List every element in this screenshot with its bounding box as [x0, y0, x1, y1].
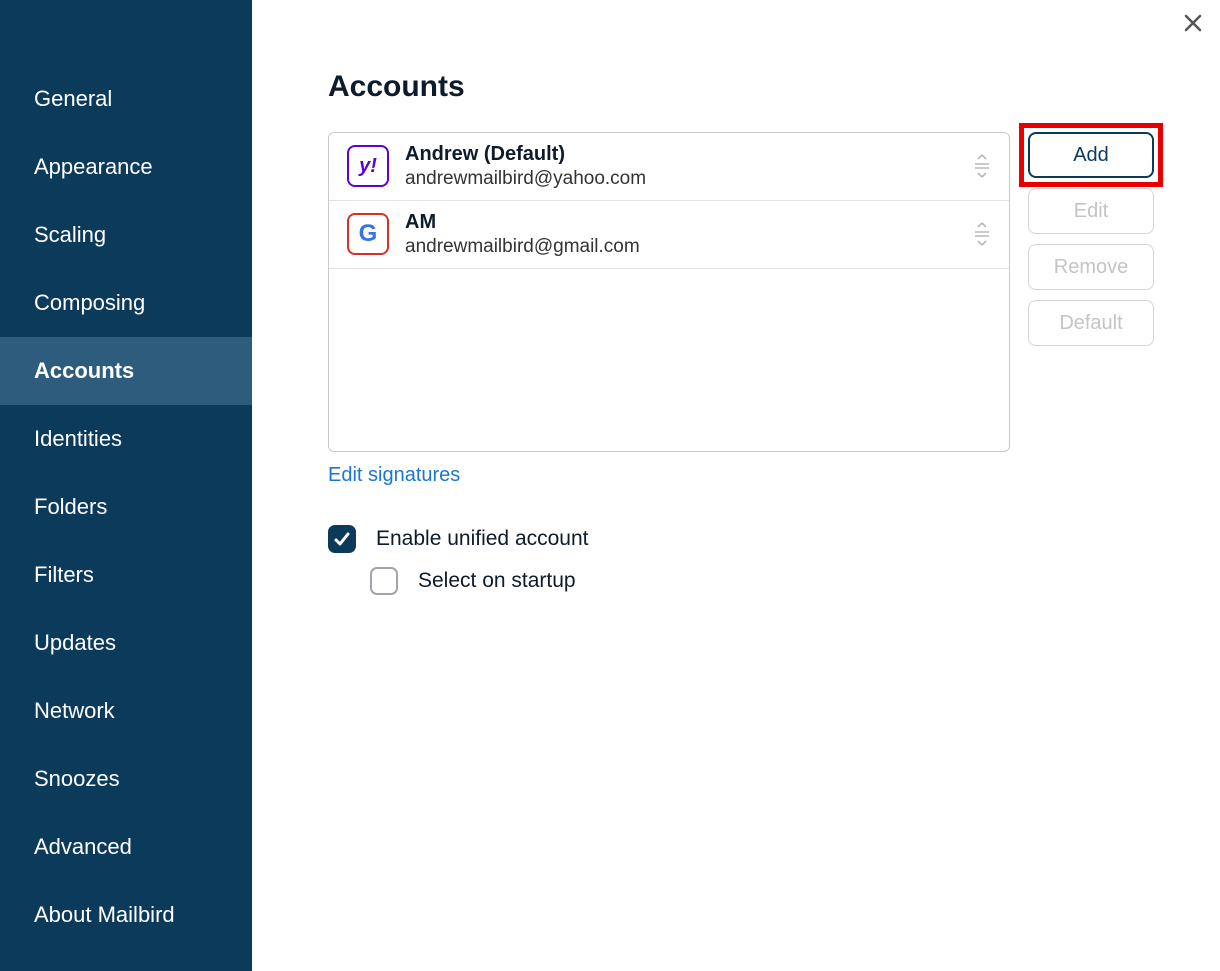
sidebar-item-scaling[interactable]: Scaling: [0, 201, 252, 269]
sidebar-item-general[interactable]: General: [0, 65, 252, 133]
account-email: andrewmailbird@gmail.com: [405, 235, 973, 259]
sidebar-item-composing[interactable]: Composing: [0, 269, 252, 337]
close-button[interactable]: [1178, 8, 1208, 38]
gmail-icon: G: [347, 213, 389, 255]
edit-button[interactable]: Edit: [1028, 188, 1154, 234]
main-panel: Accounts y! Andrew (Default) andrewmailb…: [252, 0, 1220, 971]
account-action-buttons: Add Edit Remove Default: [1028, 132, 1154, 452]
sidebar-item-advanced[interactable]: Advanced: [0, 813, 252, 881]
enable-unified-row: Enable unified account: [328, 525, 1154, 553]
sidebar-item-appearance[interactable]: Appearance: [0, 133, 252, 201]
sidebar-item-snoozes[interactable]: Snoozes: [0, 745, 252, 813]
default-button[interactable]: Default: [1028, 300, 1154, 346]
add-button[interactable]: Add: [1028, 132, 1154, 178]
options-group: Enable unified account Select on startup: [328, 525, 1154, 595]
accounts-row: y! Andrew (Default) andrewmailbird@yahoo…: [328, 132, 1154, 452]
drag-handle-icon[interactable]: [973, 153, 991, 179]
sidebar-item-identities[interactable]: Identities: [0, 405, 252, 473]
page-title: Accounts: [328, 70, 1154, 104]
settings-sidebar: General Appearance Scaling Composing Acc…: [0, 0, 252, 971]
remove-button[interactable]: Remove: [1028, 244, 1154, 290]
accounts-list: y! Andrew (Default) andrewmailbird@yahoo…: [328, 132, 1010, 452]
enable-unified-checkbox[interactable]: [328, 525, 356, 553]
account-row[interactable]: G AM andrewmailbird@gmail.com: [329, 201, 1009, 269]
enable-unified-label: Enable unified account: [376, 527, 589, 551]
account-name: Andrew (Default): [405, 142, 973, 167]
sidebar-item-about[interactable]: About Mailbird: [0, 881, 252, 949]
account-text: Andrew (Default) andrewmailbird@yahoo.co…: [405, 142, 973, 191]
select-on-startup-label: Select on startup: [418, 569, 576, 593]
sidebar-item-network[interactable]: Network: [0, 677, 252, 745]
sidebar-item-filters[interactable]: Filters: [0, 541, 252, 609]
edit-signatures-link[interactable]: Edit signatures: [328, 464, 460, 487]
sidebar-item-folders[interactable]: Folders: [0, 473, 252, 541]
account-name: AM: [405, 210, 973, 235]
yahoo-icon: y!: [347, 145, 389, 187]
select-on-startup-row: Select on startup: [328, 567, 1154, 595]
account-row[interactable]: y! Andrew (Default) andrewmailbird@yahoo…: [329, 133, 1009, 201]
account-text: AM andrewmailbird@gmail.com: [405, 210, 973, 259]
select-on-startup-checkbox[interactable]: [370, 567, 398, 595]
sidebar-item-accounts[interactable]: Accounts: [0, 337, 252, 405]
sidebar-item-updates[interactable]: Updates: [0, 609, 252, 677]
drag-handle-icon[interactable]: [973, 221, 991, 247]
account-email: andrewmailbird@yahoo.com: [405, 167, 973, 191]
